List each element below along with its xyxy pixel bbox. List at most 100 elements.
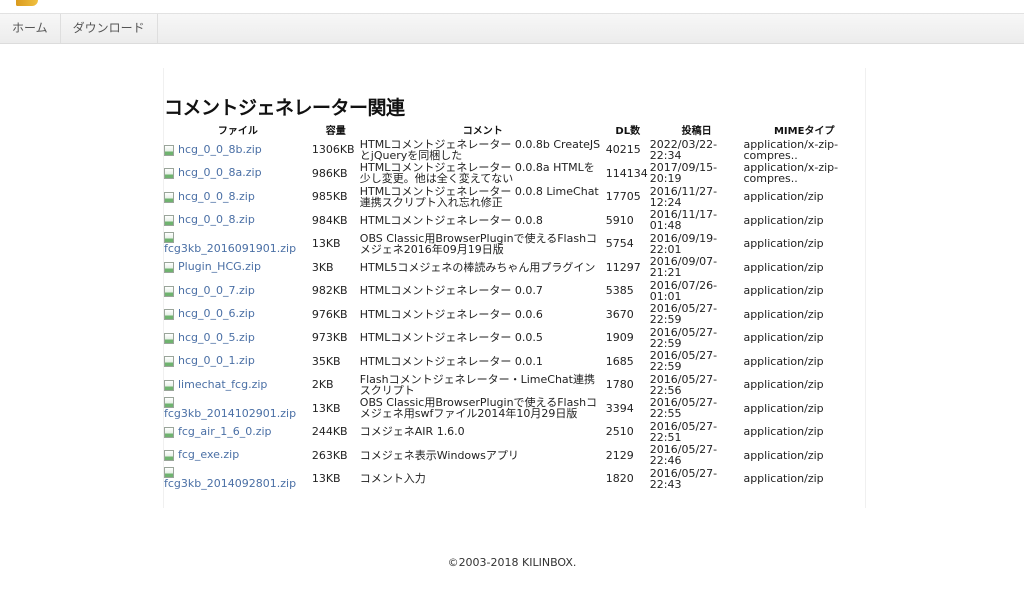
zip-file-icon <box>164 262 174 274</box>
cell-comment: HTMLコメントジェネレーター 0.0.5 <box>359 331 543 345</box>
table-row: hcg_0_0_7.zip 982KB HTMLコメントジェネレーター 0.0.7 5… <box>164 279 865 303</box>
table-row: hcg_0_0_8b.zip 1306KB HTMLコメントジェネレーター 0.0.… <box>164 138 865 162</box>
cell-dl-count: 1909 <box>605 331 634 345</box>
cell-post-date: 2016/11/27-12:24 <box>649 184 718 209</box>
cell-dl-count: 1780 <box>605 378 634 392</box>
file-download-link[interactable]: hcg_0_0_8.zip <box>178 190 255 203</box>
file-table: ファイル 容量 コメント DL数 投稿日 MIMEタイプ hcg_0_0_8b.… <box>164 124 865 491</box>
cell-size: 986KB <box>311 166 348 180</box>
cell-post-date: 2016/05/27-22:46 <box>649 443 718 468</box>
cell-dl-count: 5754 <box>605 237 634 251</box>
cell-comment: HTMLコメントジェネレーター 0.0.8 LimeChat連携スクリプト入れ忘… <box>359 184 599 209</box>
site-logo[interactable] <box>16 0 38 6</box>
table-row: limechat_fcg.zip 2KB Flashコメントジェネレーター・Lime… <box>164 373 865 397</box>
zip-file-icon <box>164 450 174 462</box>
table-row: fcg_air_1_6_0.zip 244KB コメジェネAIR 1.6.0 2510… <box>164 420 865 444</box>
table-row: fcg_exe.zip 263KB コメジェネ表示Windowsアプリ 2129 201… <box>164 444 865 468</box>
cell-comment: HTMLコメントジェネレーター 0.0.8b CreateJSとjQueryを同… <box>359 137 601 162</box>
cell-file: hcg_0_0_8a.zip <box>164 162 312 186</box>
file-entry: Plugin_HCG.zip <box>164 261 310 274</box>
cell-file: hcg_0_0_8b.zip <box>164 138 312 162</box>
cell-dl-count: 3670 <box>605 307 634 321</box>
file-download-link[interactable]: hcg_0_0_5.zip <box>178 331 255 344</box>
cell-file: fcg_air_1_6_0.zip <box>164 420 312 444</box>
col-header-file: ファイル <box>217 125 258 137</box>
cell-comment: HTMLコメントジェネレーター 0.0.1 <box>359 354 543 368</box>
cell-post-date: 2016/11/17-01:48 <box>649 208 718 233</box>
footer-copyright: ©2003-2018 KILINBOX. <box>447 556 577 569</box>
file-download-link[interactable]: hcg_0_0_8.zip <box>178 214 255 226</box>
file-download-link[interactable]: fcg_exe.zip <box>178 449 239 461</box>
cell-size: 1306KB <box>311 143 355 157</box>
col-header-date: 投稿日 <box>681 125 712 137</box>
file-download-link[interactable]: fcg3kb_2016091901.zip <box>164 243 296 255</box>
file-entry: hcg_0_0_8.zip <box>164 214 310 227</box>
nav-item-home[interactable]: ホーム <box>0 14 61 43</box>
cell-mime-type: application/zip <box>743 448 824 462</box>
cell-size: 973KB <box>311 331 348 345</box>
table-row: hcg_0_0_8.zip 985KB HTMLコメントジェネレーター 0.0.8 … <box>164 185 865 209</box>
file-download-link[interactable]: fcg3kb_2014092801.zip <box>164 478 296 490</box>
top-navbar: ホーム ダウンロード <box>0 13 1024 44</box>
cell-file: hcg_0_0_1.zip <box>164 350 312 374</box>
cell-dl-count: 3394 <box>605 401 634 415</box>
cell-file: limechat_fcg.zip <box>164 373 312 397</box>
file-download-link[interactable]: hcg_0_0_6.zip <box>178 308 255 320</box>
file-entry: hcg_0_0_8a.zip <box>164 167 310 180</box>
cell-post-date: 2016/09/19-22:01 <box>649 231 718 256</box>
table-row: hcg_0_0_8.zip 984KB HTMLコメントジェネレーター 0.0.8 5… <box>164 209 865 233</box>
file-download-link[interactable]: hcg_0_0_1.zip <box>178 355 255 367</box>
file-download-link[interactable]: hcg_0_0_8a.zip <box>178 167 262 179</box>
cell-dl-count: 2510 <box>605 425 634 439</box>
zip-file-icon <box>164 426 174 438</box>
cell-comment: HTMLコメントジェネレーター 0.0.8a HTMLを少し変更。他は全く変えて… <box>359 161 595 186</box>
cell-mime-type: application/zip <box>743 354 824 368</box>
cell-comment: HTML5コメジェネの棒読みちゃん用プラグイン <box>359 260 596 274</box>
cell-dl-count: 1820 <box>605 472 634 486</box>
file-entry: hcg_0_0_8b.zip <box>164 143 310 156</box>
file-download-link[interactable]: hcg_0_0_8b.zip <box>178 143 262 156</box>
table-header-row: ファイル 容量 コメント DL数 投稿日 MIMEタイプ <box>164 124 865 138</box>
cell-size: 244KB <box>311 425 348 439</box>
file-download-link[interactable]: fcg3kb_2014102901.zip <box>164 407 296 420</box>
cell-comment: HTMLコメントジェネレーター 0.0.6 <box>359 307 543 321</box>
table-row: Plugin_HCG.zip 3KB HTML5コメジェネの棒読みちゃん用プラグイン… <box>164 256 865 280</box>
main-content: コメントジェネレーター関連 ファイル 容量 コメント DL数 投稿日 MIMEタ… <box>163 68 866 508</box>
cell-dl-count: 114134 <box>605 166 648 180</box>
col-header-dl: DL数 <box>615 125 641 137</box>
col-header-mime: MIMEタイプ <box>773 125 835 137</box>
file-entry: hcg_0_0_1.zip <box>164 355 310 368</box>
cell-dl-count: 2129 <box>605 448 634 462</box>
file-download-link[interactable]: Plugin_HCG.zip <box>178 261 261 273</box>
file-entry: fcg_exe.zip <box>164 449 310 462</box>
cell-mime-type: application/zip <box>743 260 824 274</box>
cell-file: Plugin_HCG.zip <box>164 256 312 280</box>
zip-file-icon <box>164 332 174 344</box>
cell-size: 3KB <box>311 260 334 274</box>
cell-post-date: 2017/09/15-20:19 <box>649 161 718 186</box>
cell-mime-type: application/zip <box>743 284 824 298</box>
zip-file-icon <box>164 215 174 227</box>
cell-comment: コメジェネAIR 1.6.0 <box>359 425 465 439</box>
zip-file-icon <box>164 309 174 321</box>
cell-dl-count: 11297 <box>605 260 641 274</box>
table-row: hcg_0_0_8a.zip 986KB HTMLコメントジェネレーター 0.0.8… <box>164 162 865 186</box>
table-row: fcg3kb_2014092801.zip 13KB コメント入力 1820 2016/… <box>164 467 865 491</box>
zip-file-icon <box>164 191 174 203</box>
file-download-link[interactable]: limechat_fcg.zip <box>178 378 267 391</box>
cell-file: fcg3kb_2014102901.zip <box>164 396 312 421</box>
file-download-link[interactable]: hcg_0_0_7.zip <box>178 284 255 297</box>
cell-post-date: 2016/05/27-22:56 <box>649 372 718 397</box>
file-entry: hcg_0_0_7.zip <box>164 284 310 297</box>
file-entry: fcg3kb_2014102901.zip <box>164 396 310 420</box>
page-title: コメントジェネレーター関連 <box>164 97 405 119</box>
nav-item-download[interactable]: ダウンロード <box>61 14 158 43</box>
file-entry: limechat_fcg.zip <box>164 378 310 391</box>
cell-post-date: 2016/05/27-22:43 <box>649 466 718 491</box>
cell-size: 35KB <box>311 354 341 368</box>
cell-mime-type: application/zip <box>743 401 824 415</box>
zip-file-icon <box>164 379 174 391</box>
file-download-link[interactable]: fcg_air_1_6_0.zip <box>178 425 272 438</box>
cell-mime-type: application/zip <box>743 331 824 345</box>
cell-file: fcg3kb_2014092801.zip <box>164 467 312 491</box>
